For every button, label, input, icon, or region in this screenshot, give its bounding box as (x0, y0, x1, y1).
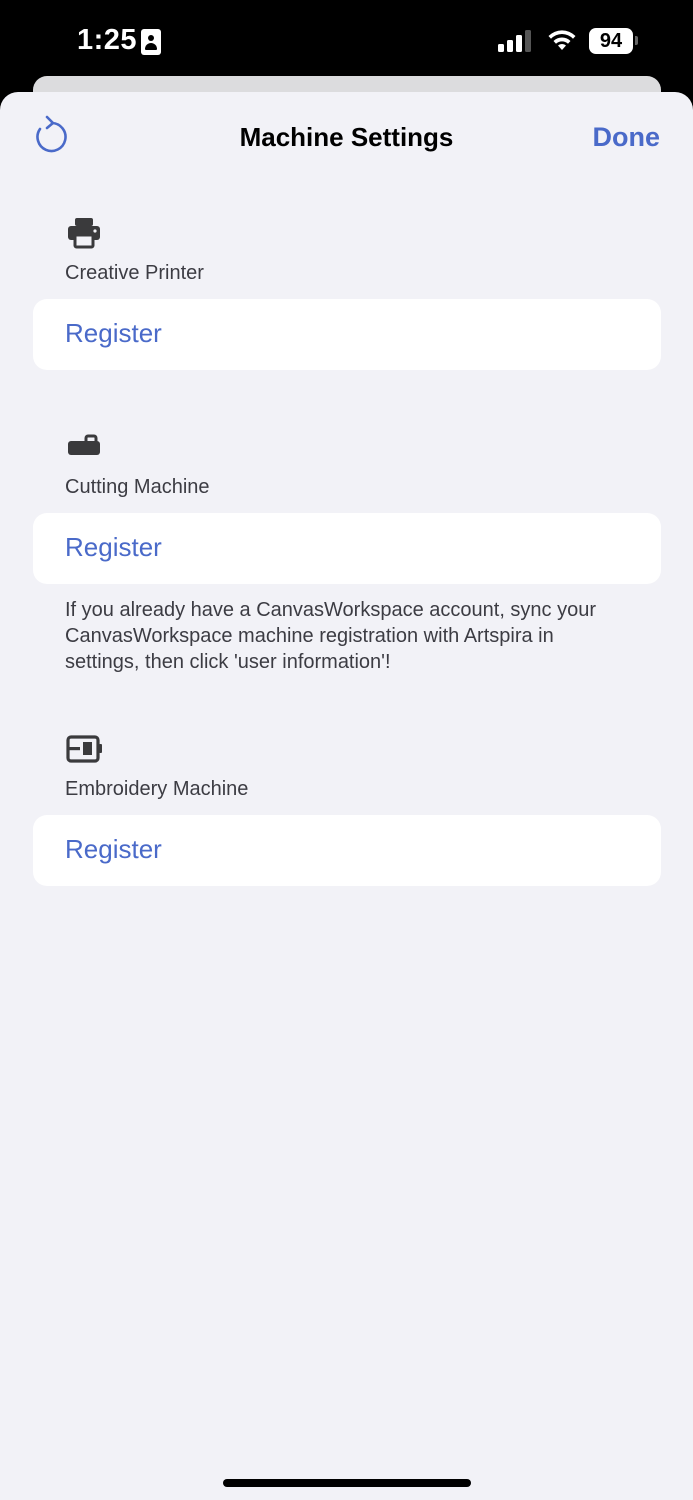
status-time: 1:25 (77, 24, 138, 56)
register-label: Register (65, 318, 162, 348)
status-bar: 1:25 94 (0, 0, 693, 76)
register-button-creative-printer[interactable]: Register (33, 299, 661, 370)
section-label: Cutting Machine (65, 476, 210, 498)
register-label: Register (65, 834, 162, 864)
home-indicator[interactable] (223, 1479, 471, 1487)
navigation-bar: Machine Settings Done (0, 92, 693, 184)
battery-icon: 94 (589, 28, 633, 54)
section-label: Embroidery Machine (65, 778, 249, 800)
canvasworkspace-sync-note: If you already have a CanvasWorkspace ac… (65, 599, 597, 673)
register-button-embroidery-machine[interactable]: Register (33, 815, 661, 886)
contact-card-icon (141, 29, 161, 55)
cellular-signal-icon (498, 30, 534, 52)
register-label: Register (65, 532, 162, 562)
wifi-icon (548, 30, 576, 50)
cutting-machine-icon (68, 434, 100, 455)
machine-settings-sheet: Machine Settings Done Creative Printer R… (0, 92, 693, 1500)
battery-tip (635, 36, 638, 45)
embroidery-machine-icon (66, 735, 102, 763)
section-label: Creative Printer (65, 262, 204, 284)
done-button[interactable]: Done (593, 122, 661, 153)
printer-icon (68, 218, 100, 249)
register-button-cutting-machine[interactable]: Register (33, 513, 661, 584)
page-title: Machine Settings (239, 122, 454, 152)
